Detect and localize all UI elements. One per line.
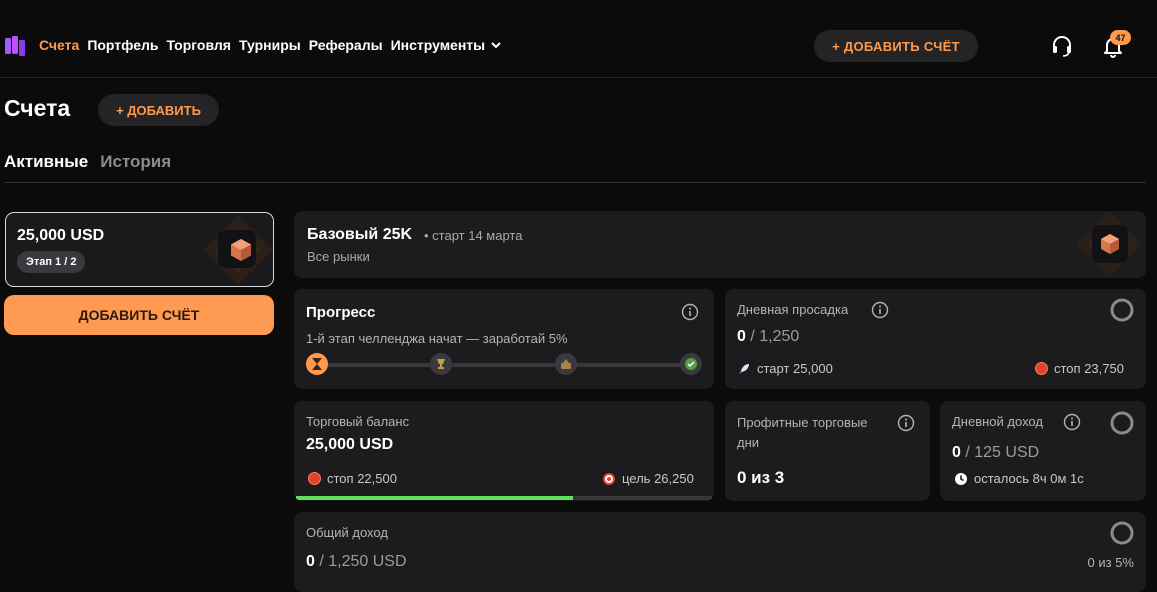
logo-icon[interactable] bbox=[5, 36, 25, 56]
divider bbox=[4, 182, 1146, 183]
nav-item-portfolio[interactable]: Портфель bbox=[87, 37, 158, 53]
chevron-down-icon bbox=[491, 42, 501, 49]
progress-card: Прогресс 1-й этап челленджа начат — зара… bbox=[294, 289, 714, 389]
profitable-days-value: 0 из 3 bbox=[737, 468, 785, 487]
cube-icon bbox=[231, 239, 251, 261]
nav-item-tools[interactable]: Инструменты bbox=[391, 37, 503, 53]
trading-balance-label: Торговый баланс bbox=[306, 414, 410, 429]
tab-active[interactable]: Активные bbox=[4, 152, 88, 172]
headset-support-icon[interactable] bbox=[1050, 34, 1074, 58]
balance-target-text: цель 26,250 bbox=[622, 471, 694, 486]
account-amount: 25,000 USD bbox=[17, 227, 105, 244]
drawdown-stop-text: стоп 23,750 bbox=[1054, 361, 1124, 376]
add-button[interactable]: + ДОБАВИТЬ bbox=[98, 94, 219, 126]
total-income-limit: / 1,250 USD bbox=[314, 553, 407, 570]
progress-ring-icon bbox=[1110, 411, 1134, 435]
info-icon[interactable] bbox=[871, 301, 889, 319]
account-start-date: • старт 14 марта bbox=[424, 228, 523, 243]
daily-drawdown-value: 0 / 1,250 bbox=[737, 328, 799, 346]
balance-target: цель 26,250 bbox=[602, 471, 694, 486]
total-income-card: Общий доход 0 / 1,250 USD 0 из 5% bbox=[294, 512, 1146, 592]
stop-icon bbox=[308, 472, 321, 485]
progress-title: Прогресс bbox=[306, 304, 376, 321]
daily-drawdown-card: Дневная просадка 0 / 1,250 старт 25,000 … bbox=[725, 289, 1146, 389]
page-title: Счета bbox=[4, 95, 71, 121]
notification-count-badge: 47 bbox=[1110, 30, 1131, 45]
nav-item-trading[interactable]: Торговля bbox=[167, 37, 231, 53]
balance-stop: стоп 22,500 bbox=[308, 471, 397, 486]
profitable-days-card: Профитные торговые дни 0 из 3 bbox=[725, 401, 930, 501]
target-icon bbox=[603, 472, 615, 485]
card-decoration bbox=[203, 215, 273, 285]
stop-icon bbox=[1035, 362, 1048, 375]
daily-income-limit: / 125 USD bbox=[960, 444, 1040, 461]
rocket-icon bbox=[739, 363, 749, 374]
progress-ring-icon bbox=[1110, 298, 1134, 322]
account-markets: Все рынки bbox=[307, 249, 370, 264]
total-income-label: Общий доход bbox=[306, 525, 388, 540]
drawdown-start: старт 25,000 bbox=[737, 361, 833, 376]
account-card[interactable]: 25,000 USD Этап 1 / 2 bbox=[5, 212, 274, 287]
stage-badge: Этап 1 / 2 bbox=[17, 251, 86, 273]
daily-drawdown-current: 0 bbox=[737, 328, 746, 345]
main-nav: Счета Портфель Торговля Турниры Рефералы… bbox=[39, 37, 502, 53]
trophy-icon bbox=[430, 353, 452, 375]
balance-stop-text: стоп 22,500 bbox=[327, 471, 397, 486]
total-income-value: 0 / 1,250 USD bbox=[306, 553, 407, 571]
add-account-button[interactable]: ДОБАВИТЬ СЧЁТ bbox=[4, 295, 274, 335]
nav-item-tools-label: Инструменты bbox=[390, 37, 486, 53]
daily-income-label: Дневной доход bbox=[952, 414, 1043, 429]
trading-balance-value: 25,000 USD bbox=[306, 436, 394, 453]
nav-item-accounts[interactable]: Счета bbox=[39, 37, 79, 53]
hourglass-icon bbox=[306, 353, 328, 375]
daily-income-card: Дневной доход 0 / 125 USD осталось 8ч 0м… bbox=[940, 401, 1146, 501]
daily-drawdown-label: Дневная просадка bbox=[737, 302, 849, 317]
account-plan-title: Базовый 25K bbox=[307, 226, 413, 243]
daily-income-remaining: осталось 8ч 0м 1с bbox=[954, 471, 1084, 486]
total-income-current: 0 bbox=[306, 553, 315, 570]
daily-income-remaining-text: осталось 8ч 0м 1с bbox=[974, 471, 1084, 486]
drawdown-stop: стоп 23,750 bbox=[1035, 361, 1124, 376]
trading-balance-card: Торговый баланс 25,000 USD стоп 22,500 ц… bbox=[294, 401, 714, 501]
daily-drawdown-limit: / 1,250 bbox=[745, 328, 800, 345]
info-icon[interactable] bbox=[681, 303, 699, 321]
top-bar: Счета Портфель Торговля Турниры Рефералы… bbox=[0, 0, 1157, 78]
nav-item-referrals[interactable]: Рефералы bbox=[309, 37, 383, 53]
clock-icon bbox=[955, 472, 967, 485]
daily-income-value: 0 / 125 USD bbox=[952, 444, 1039, 462]
progress-description: 1-й этап челленджа начат — заработай 5% bbox=[306, 331, 568, 346]
card-decoration bbox=[1076, 211, 1142, 277]
progress-track bbox=[316, 363, 691, 367]
drawdown-start-text: старт 25,000 bbox=[757, 361, 833, 376]
info-icon[interactable] bbox=[897, 414, 915, 432]
total-income-percent: 0 из 5% bbox=[1087, 555, 1134, 570]
money-bag-icon bbox=[555, 353, 577, 375]
info-icon[interactable] bbox=[1063, 413, 1081, 431]
nav-item-tournaments[interactable]: Турниры bbox=[239, 37, 301, 53]
tabs: Активные История bbox=[4, 152, 171, 172]
progress-ring-icon bbox=[1110, 521, 1134, 545]
daily-income-current: 0 bbox=[952, 444, 961, 461]
tab-history[interactable]: История bbox=[100, 152, 171, 172]
account-header-card: Базовый 25K • старт 14 марта Все рынки bbox=[294, 211, 1146, 278]
check-icon bbox=[680, 353, 702, 375]
balance-progress-fill bbox=[296, 496, 574, 500]
profitable-days-label: Профитные торговые дни bbox=[737, 415, 868, 450]
add-account-button-top[interactable]: + ДОБАВИТЬ СЧЁТ bbox=[814, 30, 978, 62]
